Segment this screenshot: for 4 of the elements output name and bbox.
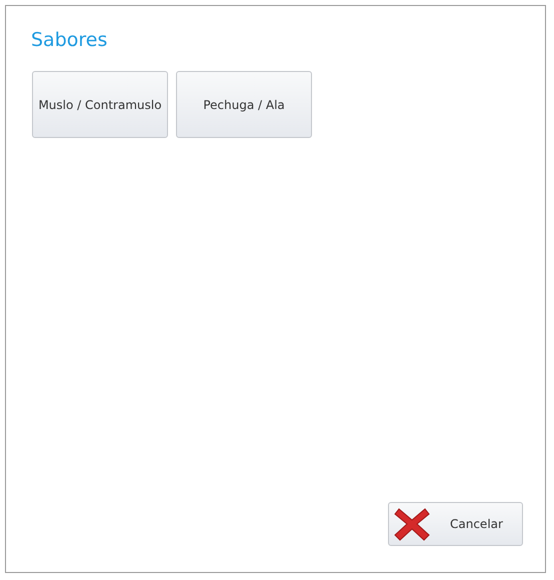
cancel-button[interactable]: Cancelar — [388, 502, 523, 546]
option-button[interactable]: Pechuga / Ala — [176, 71, 312, 138]
option-button[interactable]: Muslo / Contramuslo — [32, 71, 168, 138]
dialog-title: Sabores — [31, 28, 108, 52]
